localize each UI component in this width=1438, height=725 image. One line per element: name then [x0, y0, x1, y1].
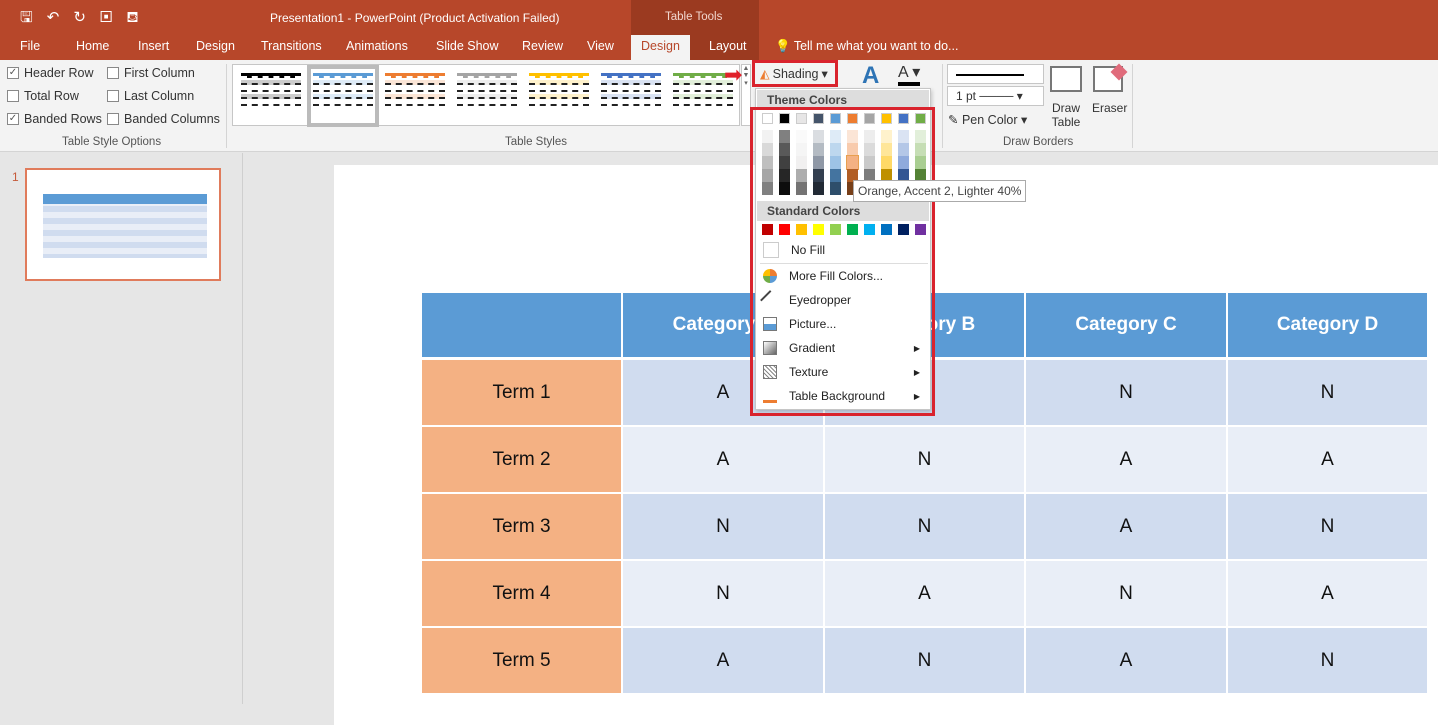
table-cell[interactable]: A — [1026, 494, 1226, 559]
table-header-cell[interactable] — [422, 293, 621, 357]
checkbox-banded-columns[interactable]: Banded Columns — [107, 112, 220, 126]
checkbox-last-column[interactable]: Last Column — [107, 89, 194, 103]
table-cell[interactable]: A — [1026, 628, 1226, 693]
divider — [226, 64, 227, 148]
eraser-icon[interactable] — [1093, 63, 1128, 92]
pen-color-button[interactable]: ✎ Pen Color ▾ — [948, 112, 1027, 127]
quick-access-toolbar[interactable]: 🖫↶↻▣⛾ — [20, 7, 153, 32]
table-style-thumb[interactable] — [529, 71, 589, 121]
tab-layout[interactable]: Layout — [709, 39, 747, 53]
checkbox-header-row[interactable]: ✓ Header Row — [7, 66, 93, 80]
pen-weight-dropdown[interactable]: 1 pt ──── ▾ — [947, 86, 1044, 106]
pen-style-dropdown[interactable] — [947, 64, 1044, 84]
checkbox-label: Header Row — [24, 66, 94, 80]
checkbox-box[interactable]: ✓ — [7, 67, 19, 79]
row-label-cell[interactable]: Term 5 — [422, 628, 621, 693]
draw-table-icon[interactable] — [1050, 66, 1082, 92]
table-cell[interactable]: N — [623, 561, 823, 626]
draw-table-button[interactable]: Draw Table — [1050, 101, 1082, 129]
checkbox-label: Banded Rows — [24, 112, 102, 126]
tab-insert[interactable]: Insert — [138, 39, 169, 53]
row-label-cell[interactable]: Term 1 — [422, 360, 621, 425]
table-cell[interactable]: N — [1228, 360, 1427, 425]
checkbox-banded-rows[interactable]: ✓ Banded Rows — [7, 112, 102, 126]
table-style-thumb[interactable] — [601, 71, 661, 121]
divider — [1132, 64, 1133, 148]
checkbox-label: Total Row — [24, 89, 79, 103]
group-label: Table Style Options — [62, 136, 162, 148]
tab-review[interactable]: Review — [522, 39, 563, 53]
table-cell[interactable]: N — [1228, 628, 1427, 693]
table-cell[interactable]: N — [825, 628, 1024, 693]
checkbox-total-row[interactable]: Total Row — [7, 89, 79, 103]
pen-color-label: Pen Color — [961, 113, 1018, 127]
color-tooltip: Orange, Accent 2, Lighter 40% — [853, 180, 1027, 202]
table-cell[interactable]: A — [623, 628, 823, 693]
tab-slide-show[interactable]: Slide Show — [436, 39, 499, 53]
table-cell[interactable]: N — [1026, 360, 1226, 425]
table-style-thumb[interactable] — [385, 71, 445, 121]
slide-number: 1 — [12, 170, 19, 184]
tab-design[interactable]: Design — [631, 35, 690, 60]
table-cell[interactable]: A — [623, 427, 823, 492]
checkbox-first-column[interactable]: First Column — [107, 66, 195, 80]
checkbox-label: Last Column — [124, 89, 195, 103]
checkbox-label: Banded Columns — [124, 112, 220, 126]
window-title: Presentation1 - PowerPoint (Product Acti… — [270, 11, 560, 25]
table-cell[interactable]: A — [1228, 427, 1427, 492]
checkbox-box[interactable]: ✓ — [7, 113, 19, 125]
tab-animations[interactable]: Animations — [346, 39, 408, 53]
arrow-icon: ➡ — [724, 62, 743, 87]
group-label: Draw Borders — [1003, 136, 1074, 148]
tab-view[interactable]: View — [587, 39, 614, 53]
text-effects-icon[interactable]: A — [862, 62, 879, 90]
checkbox-label: First Column — [124, 66, 195, 80]
table-cell[interactable]: A — [825, 561, 1024, 626]
row-label-cell[interactable]: Term 4 — [422, 561, 621, 626]
row-label-cell[interactable]: Term 2 — [422, 427, 621, 492]
tab-file[interactable]: File — [20, 39, 40, 53]
context-tab-label: Table Tools — [665, 11, 723, 23]
table-cell[interactable]: N — [1228, 494, 1427, 559]
tab-design[interactable]: Design — [196, 39, 235, 53]
highlight-box — [750, 107, 935, 416]
table-header-cell[interactable]: Category C — [1026, 293, 1226, 357]
tell-me-text: Tell me what you want to do... — [793, 39, 959, 53]
table-cell[interactable]: N — [1026, 561, 1226, 626]
table-header-cell[interactable]: Category D — [1228, 293, 1427, 357]
group-label: Table Styles — [505, 136, 568, 148]
tab-transitions[interactable]: Transitions — [261, 39, 322, 53]
table-style-thumb[interactable] — [241, 71, 301, 121]
divider — [942, 64, 943, 148]
table-cell[interactable]: N — [825, 427, 1024, 492]
table-cell[interactable]: N — [825, 494, 1024, 559]
checkbox-box[interactable] — [107, 90, 119, 102]
table-styles-gallery[interactable] — [232, 64, 740, 127]
checkbox-box[interactable] — [7, 90, 19, 102]
highlight-box — [752, 60, 838, 87]
checkbox-box[interactable] — [107, 113, 119, 125]
table-cell[interactable]: N — [623, 494, 823, 559]
table-style-thumb[interactable] — [457, 71, 517, 121]
table-cell[interactable]: A — [1026, 427, 1226, 492]
table-style-thumb[interactable] — [307, 65, 379, 127]
tell-me-search[interactable]: 💡 Tell me what you want to do... — [775, 39, 958, 54]
text-color-icon[interactable]: A ▾ — [898, 62, 921, 86]
tab-home[interactable]: Home — [76, 39, 109, 53]
pen-weight-value: 1 pt — [956, 89, 977, 103]
eraser-button[interactable]: Eraser — [1092, 101, 1127, 115]
table-cell[interactable]: A — [1228, 561, 1427, 626]
slide-thumbnail[interactable] — [25, 168, 221, 281]
checkbox-box[interactable] — [107, 67, 119, 79]
row-label-cell[interactable]: Term 3 — [422, 494, 621, 559]
